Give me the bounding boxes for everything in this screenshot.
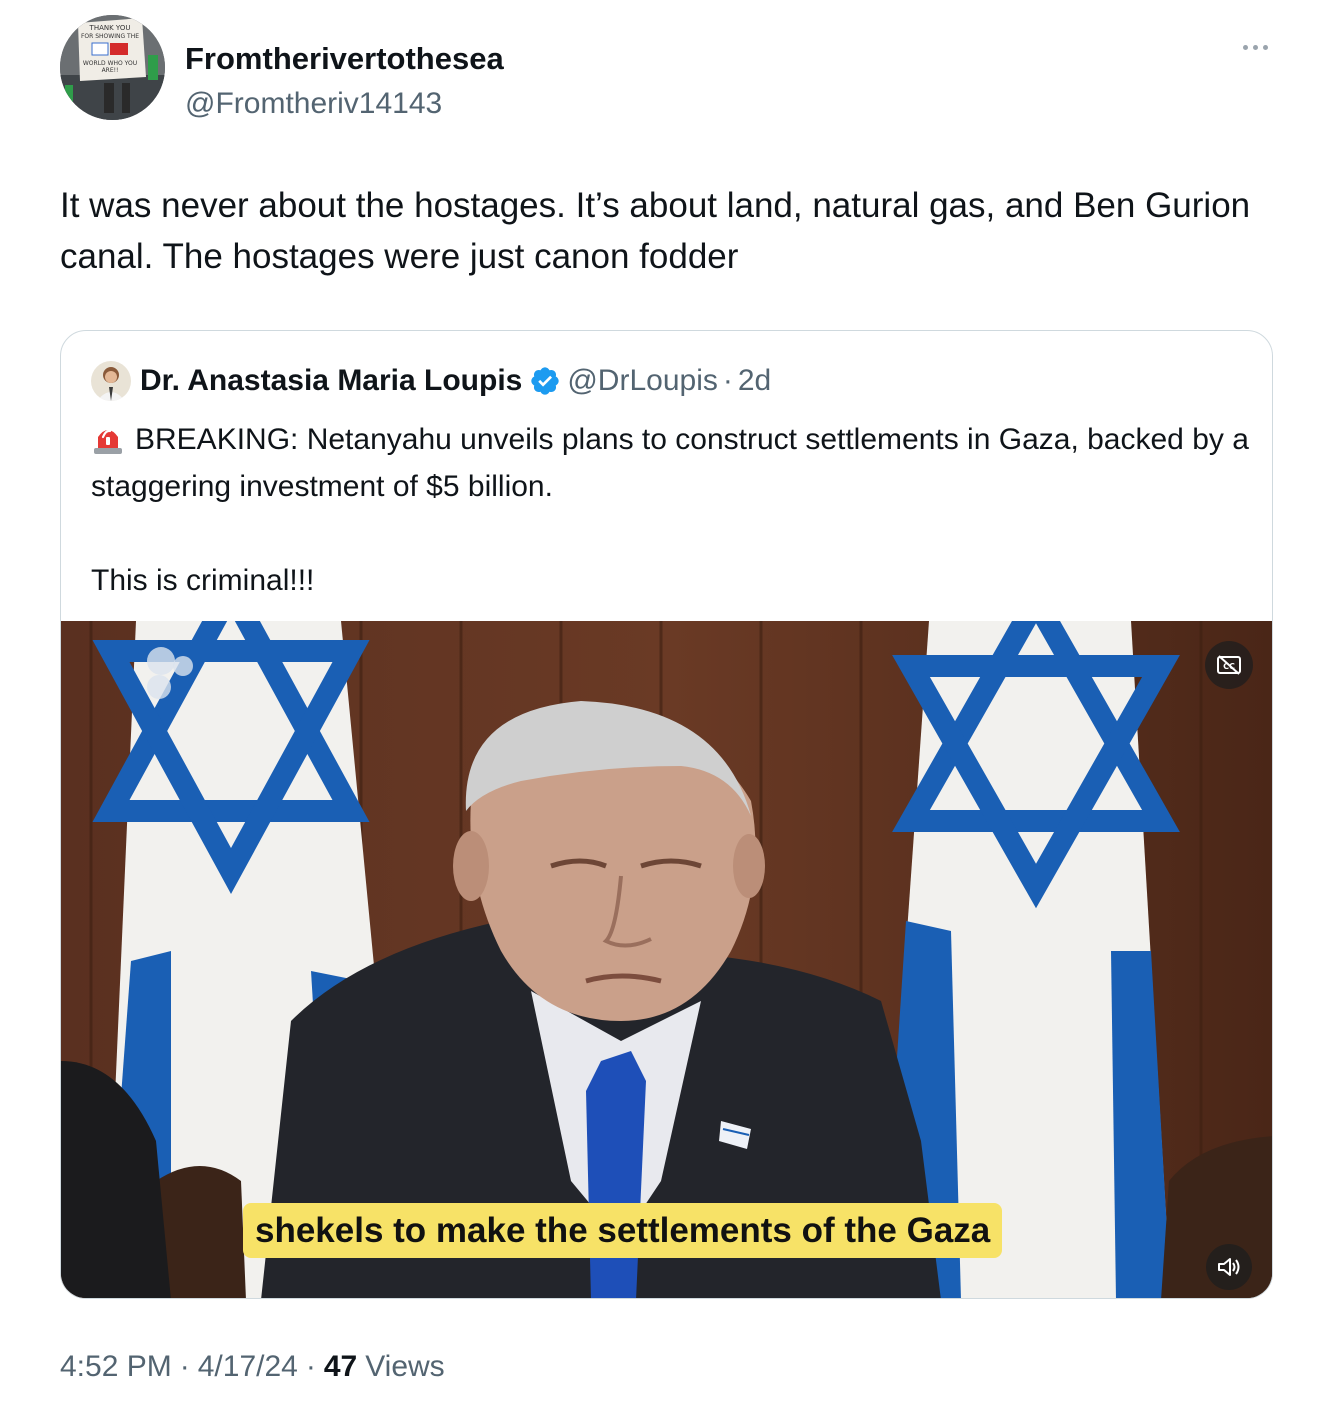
tweet-time[interactable]: 4:52 PM (60, 1350, 172, 1384)
views-count: 47 (323, 1350, 358, 1383)
meta-separator: · (179, 1350, 190, 1383)
quoted-tweet-text: BREAKING: Netanyahu unveils plans to con… (91, 416, 1251, 604)
more-dot-icon (1242, 44, 1248, 50)
svg-text:WORLD WHO YOU: WORLD WHO YOU (83, 60, 137, 67)
quoted-handle[interactable]: @DrLoupis (567, 364, 718, 398)
quoted-display-name[interactable]: Dr. Anastasia Maria Loupis (140, 364, 522, 398)
svg-text:ARE!!: ARE!! (102, 67, 119, 74)
volume-button[interactable] (1206, 1244, 1252, 1290)
video-frame (61, 621, 1272, 1298)
svg-text:THANK YOU: THANK YOU (89, 24, 131, 32)
more-dot-icon (1252, 44, 1258, 50)
quoted-text-line-1: BREAKING: Netanyahu unveils plans to con… (91, 423, 1249, 503)
captions-toggle-button[interactable]: CC (1205, 641, 1253, 689)
quoted-video[interactable]: shekels to make the settlements of the G… (61, 621, 1272, 1298)
tweet-meta: 4:52 PM · 4/17/24 · 47 Views (60, 1350, 445, 1384)
video-caption: shekels to make the settlements of the G… (243, 1203, 1003, 1258)
police-siren-icon (94, 429, 122, 454)
tweet-date[interactable]: 4/17/24 (198, 1350, 298, 1384)
quoted-separator: · (722, 364, 733, 397)
tweet-text: It was never about the hostages. It’s ab… (60, 186, 1251, 276)
author-display-name[interactable]: Fromtherivertothesea (185, 41, 504, 77)
quoted-text-line-2: This is criminal!!! (91, 564, 315, 597)
more-dot-icon (1262, 44, 1268, 50)
tweet-header: THANK YOU FOR SHOWING THE WORLD WHO YOU … (60, 15, 1280, 120)
svg-text:FOR SHOWING THE: FOR SHOWING THE (81, 33, 139, 40)
meta-separator: · (305, 1350, 316, 1383)
quoted-tweet[interactable]: Dr. Anastasia Maria Loupis @DrLoupis · 2… (60, 330, 1273, 1299)
avatar-image: THANK YOU FOR SHOWING THE WORLD WHO YOU … (60, 15, 165, 120)
views-label: Views (365, 1350, 445, 1383)
quoted-tweet-header: Dr. Anastasia Maria Loupis @DrLoupis · 2… (91, 361, 771, 401)
author-handle[interactable]: @Fromtheriv14143 (185, 87, 442, 121)
muted-volume-icon (1218, 1258, 1240, 1276)
quoted-text-paragraph-1: BREAKING: Netanyahu unveils plans to con… (91, 416, 1251, 510)
quoted-timestamp[interactable]: 2d (738, 364, 771, 398)
more-options-button[interactable] (1230, 37, 1280, 57)
verified-badge-icon (531, 367, 560, 395)
quoted-avatar-image (91, 361, 131, 401)
captions-off-icon: CC (1217, 655, 1241, 675)
author-avatar[interactable]: THANK YOU FOR SHOWING THE WORLD WHO YOU … (60, 15, 165, 120)
quoted-author-avatar[interactable] (91, 361, 131, 401)
